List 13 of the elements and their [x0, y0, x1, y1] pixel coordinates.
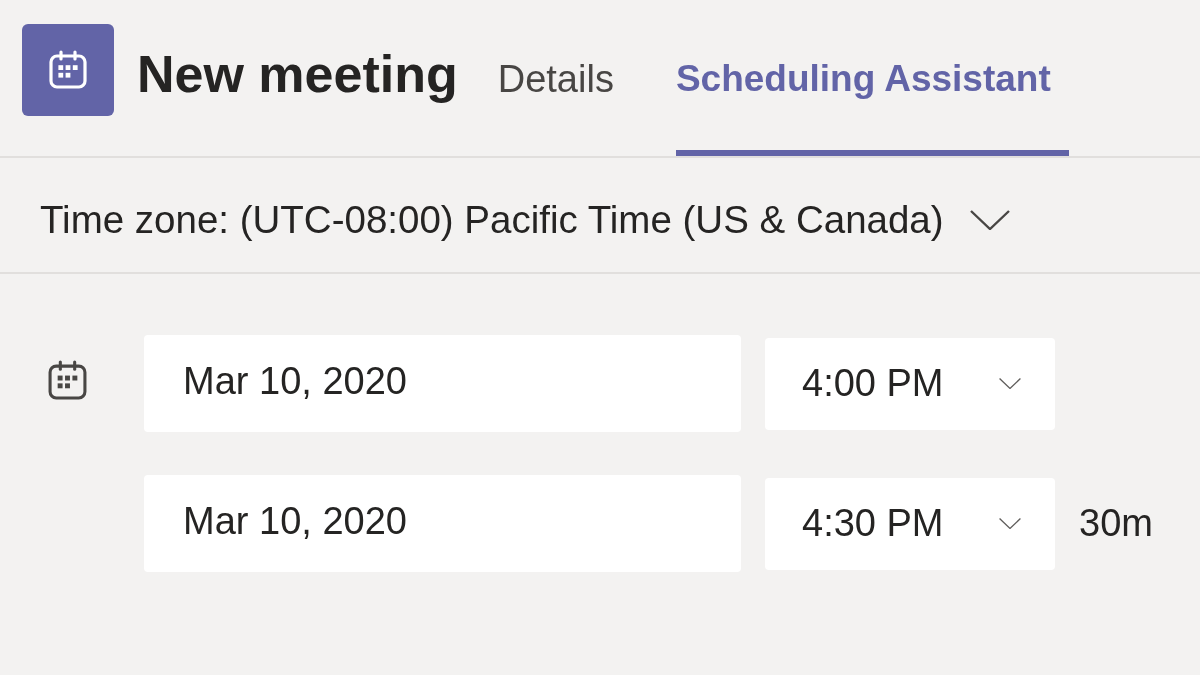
- tab[interactable]: Details: [497, 36, 632, 156]
- calendar-icon: [47, 360, 88, 401]
- chevron-down-icon: [999, 378, 1021, 389]
- calendar-icon: [22, 24, 114, 116]
- chevron-down-icon: [969, 210, 1010, 230]
- tab[interactable]: Scheduling Assistant: [675, 36, 1069, 156]
- chevron-down-icon: [999, 518, 1021, 529]
- duration-label: 30m: [1079, 502, 1154, 545]
- date-field[interactable]: Mar 10, 2020: [144, 475, 741, 572]
- time-dropdown[interactable]: 4:00 PM: [765, 337, 1055, 430]
- date-field[interactable]: Mar 10, 2020: [144, 335, 741, 432]
- time-dropdown[interactable]: 4:30 PM: [765, 477, 1055, 570]
- time-zone-dropdown[interactable]: Time zone: (UTC-08:00) Pacific Time (US & Canada): [40, 198, 1010, 242]
